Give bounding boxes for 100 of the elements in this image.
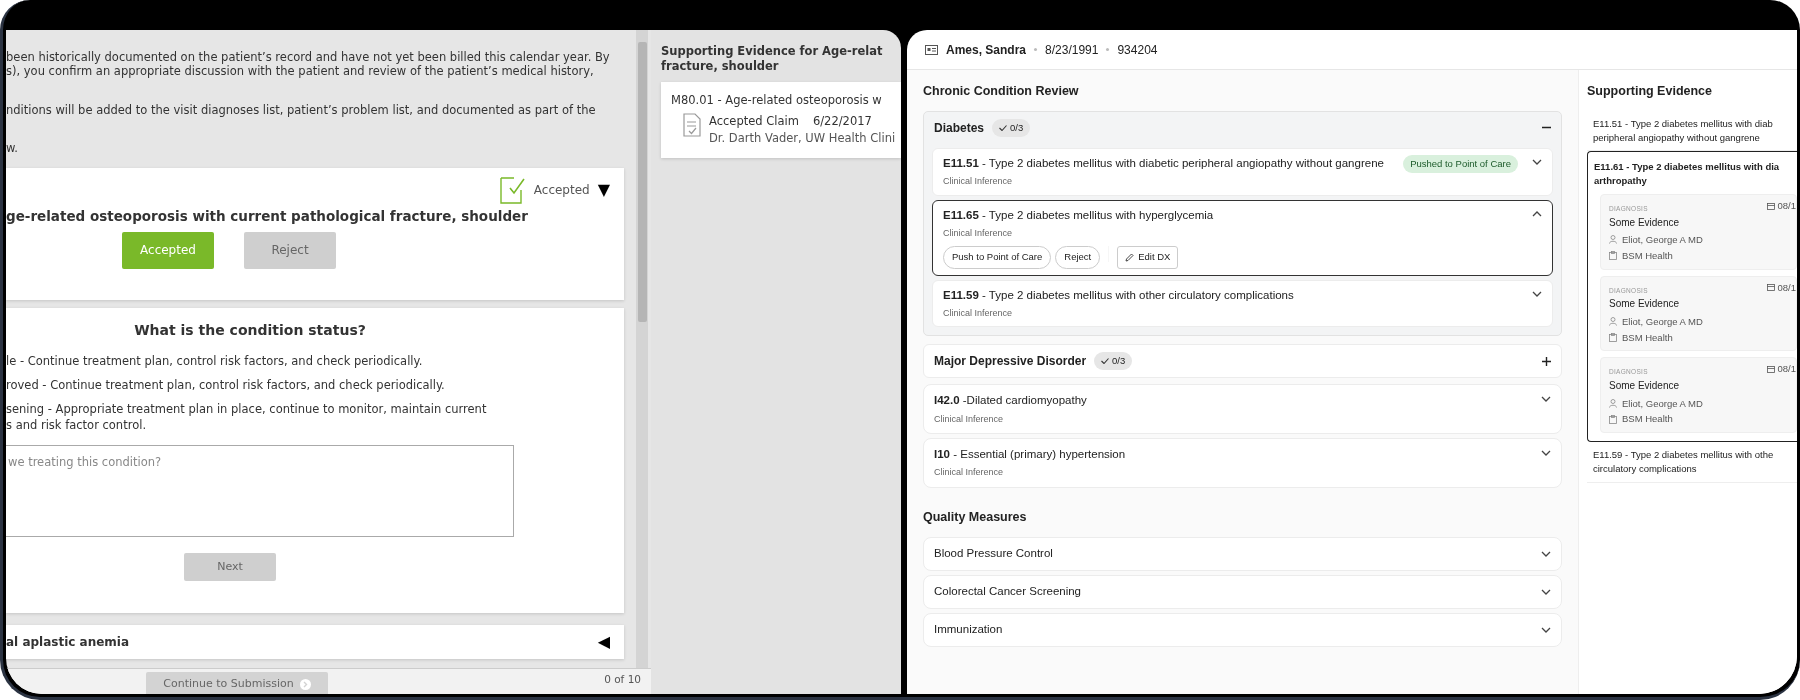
chevron-down-icon[interactable]	[1541, 450, 1551, 456]
document-check-icon	[499, 175, 526, 204]
calendar-icon	[1766, 201, 1775, 210]
chevron-down-icon[interactable]	[1541, 550, 1551, 557]
count-badge: 0/3	[992, 118, 1031, 137]
chevron-down-icon[interactable]	[1541, 396, 1551, 403]
condition-item[interactable]: I42.0 -Dilated cardiomyopathy Clinical Inference	[923, 384, 1562, 434]
panel-title: Supporting Evidence for Age-relat fracture, shoulder	[661, 44, 884, 74]
calendar-icon	[1766, 365, 1775, 374]
answer-box[interactable]: we treating this condition?	[6, 444, 514, 537]
group-title: Diabetes	[934, 119, 985, 137]
person-icon	[1609, 235, 1617, 245]
clipboard-icon	[1609, 333, 1617, 342]
condition-item[interactable]: I10 - Essential (primary) hypertension Clinical Inference	[923, 438, 1562, 488]
claim-status: Accepted Claim	[709, 113, 799, 131]
pencil-icon	[1125, 252, 1135, 262]
evidence-date: 08/1	[1777, 362, 1796, 377]
source-label: Clinical Inference	[943, 226, 1014, 240]
evidence-item[interactable]: E11.51 - Type 2 diabetes mellitus with diab peripheral angiopathy without gangrene	[1587, 110, 1797, 152]
section-title: Quality Measures	[923, 508, 1028, 526]
provider-name: Eliot, George A MD	[1622, 314, 1703, 329]
scrollbar[interactable]	[636, 30, 648, 668]
measure-title: Blood Pressure Control	[934, 545, 1054, 561]
condition-title: E11.65 - Type 2 diabetes mellitus with hyperglycemia	[943, 207, 1215, 223]
question-title: What is the condition status?	[133, 320, 367, 340]
provider-name: Eliot, George A MD	[1622, 396, 1703, 411]
check-icon	[1101, 358, 1110, 365]
status-option[interactable]: roved - Continue treatment plan, control risk factors, and check periodically.	[6, 376, 624, 393]
condition-title: ge-related osteoporosis with current pathological fracture, shoulder	[6, 206, 529, 226]
clipboard-icon	[1609, 251, 1617, 261]
facility-name: BSM Health	[1622, 412, 1673, 427]
patient-name: Ames, Sandra	[946, 41, 1027, 59]
action-button[interactable]: Reject	[1055, 246, 1101, 269]
facility-name: BSM Health	[1622, 248, 1673, 263]
person-icon	[1609, 317, 1617, 327]
condition-row[interactable]: al aplastic anemia ◀	[6, 624, 624, 659]
patient-id: 934204	[1117, 41, 1158, 59]
status-option[interactable]: le - Continue treatment plan, control risk factors, and check periodically.	[6, 352, 624, 369]
count-badge: 0/3	[1094, 352, 1133, 371]
evidence-item[interactable]: E11.59 - Type 2 diabetes mellitus with othe circulatory complications	[1587, 442, 1797, 483]
reject-button[interactable]: Reject	[244, 231, 336, 269]
edit-button[interactable]: Edit DX	[1117, 246, 1179, 269]
status-label: Accepted	[533, 181, 590, 199]
chevron-down-icon[interactable]	[1541, 588, 1551, 595]
check-icon	[999, 124, 1008, 131]
section-title: Chronic Condition Review	[923, 83, 1080, 100]
source-label: Clinical Inference	[943, 306, 1014, 320]
chevron-up-icon[interactable]	[1532, 210, 1542, 217]
evidence-item[interactable]	[1587, 151, 1797, 443]
document-check-icon	[683, 113, 701, 138]
status-option[interactable]: sening - Appropriate treatment plan in place, continue to monitor, maintain current s and risk factor control.	[6, 400, 624, 433]
evidence-title: Some Evidence	[1609, 379, 1681, 394]
evidence-item-title: E11.59 - Type 2 diabetes mellitus with othe circulatory complications	[1593, 448, 1775, 476]
condition-title: E11.51 - Type 2 diabetes mellitus with diabetic peripheral angiopathy without gangrene	[943, 155, 1385, 171]
chevron-down-icon[interactable]	[1532, 290, 1542, 297]
clipboard-icon	[1609, 414, 1617, 424]
calendar-icon	[1766, 283, 1775, 292]
condition-item[interactable]: E11.59 - Type 2 diabetes mellitus with other circulatory complications Clinical Inference	[932, 279, 1553, 328]
status-tag: Pushed to Point of Care	[1403, 154, 1518, 173]
action-button[interactable]: Push to Point of Care	[943, 246, 1052, 269]
condition-title: I10 - Essential (primary) hypertension	[934, 447, 1127, 462]
claim-source: Dr. Darth Vader, UW Health Clini	[709, 130, 896, 148]
source-label: Clinical Inference	[934, 412, 1005, 426]
paragraph: w.	[6, 141, 19, 156]
collapse-toggle[interactable]: ▼	[597, 181, 610, 198]
evidence-item-title: E11.51 - Type 2 diabetes mellitus with diab peripheral angiopathy without gangrene	[1593, 116, 1774, 145]
progress-count: 0 of 10	[604, 672, 641, 687]
evidence-title: Some Evidence	[1609, 215, 1681, 230]
condition-item[interactable]: E11.65 - Type 2 diabetes mellitus with hyperglycemia Clinical Inference Push to Point of Care Reject Edit DX	[932, 199, 1553, 276]
plus-icon[interactable]	[1542, 356, 1551, 366]
claim-date: 6/22/2017	[812, 113, 872, 131]
measure-item[interactable]: Colorectal Cancer Screening	[923, 574, 1562, 609]
condition-title: E11.59 - Type 2 diabetes mellitus with other circulatory complications	[943, 287, 1295, 303]
paragraph: been historically documented on the patient’s record and have not yet been billed this calendar year. By s), you confirm an appropriate discussion with the patient and review of the patient’s medical history,	[6, 50, 611, 79]
group-title: Major Depressive Disorder	[934, 353, 1087, 371]
evidence-date: 08/1	[1777, 280, 1796, 295]
person-icon	[1609, 399, 1617, 409]
facility-name: BSM Health	[1622, 330, 1673, 345]
condition-title: al aplastic anemia	[6, 633, 130, 651]
measure-title: Immunization	[934, 621, 1004, 637]
evidence-title: M80.01 - Age-related osteoporosis w	[671, 91, 883, 109]
source-label: Clinical Inference	[943, 175, 1014, 188]
provider-name: Eliot, George A MD	[1622, 233, 1703, 247]
id-card-icon	[925, 44, 938, 55]
chevron-down-icon[interactable]	[1532, 158, 1542, 165]
evidence-item-title: E11.61 - Type 2 diabetes mellitus with dia arthropathy	[1594, 160, 1781, 188]
source-label: Clinical Inference	[934, 466, 1005, 480]
chevron-down-icon[interactable]	[1541, 626, 1551, 633]
group-header[interactable]: Major Depressive Disorder 0/3	[923, 344, 1562, 379]
measure-item[interactable]: Blood Pressure Control	[923, 536, 1562, 571]
section-title: Supporting Evidence	[1587, 83, 1713, 100]
condition-title: I42.0 -Dilated cardiomyopathy	[934, 393, 1088, 409]
measure-title: Colorectal Cancer Screening	[934, 583, 1083, 599]
measure-item[interactable]: Immunization	[923, 612, 1562, 647]
evidence-date: 08/1	[1777, 198, 1796, 213]
patient-dob: 8/23/1991	[1045, 41, 1099, 59]
evidence-title: Some Evidence	[1609, 297, 1681, 312]
condition-item[interactable]: E11.51 - Type 2 diabetes mellitus with diabetic peripheral angiopathy without gangrene Clinical Inference Pushed to Point of Care	[932, 147, 1553, 196]
expand-toggle[interactable]: ◀	[597, 633, 610, 650]
paragraph: nditions will be added to the visit diagnoses list, patient’s problem list, and documented as part of the	[6, 102, 597, 118]
